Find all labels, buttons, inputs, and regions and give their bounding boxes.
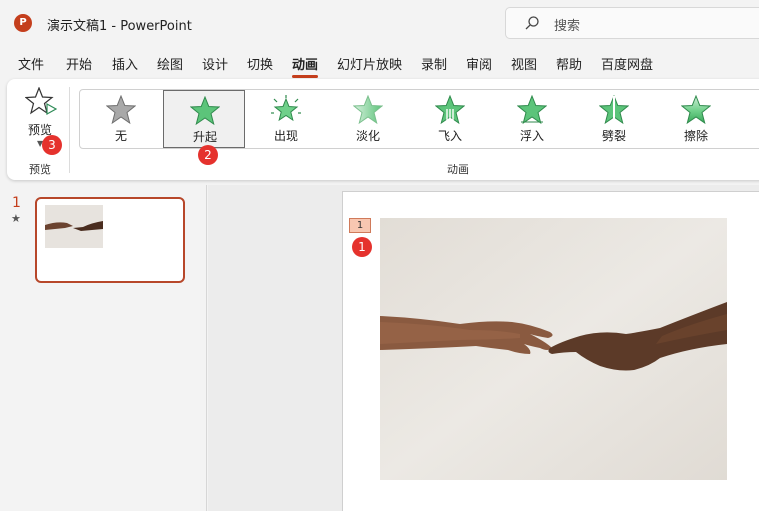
tab-design[interactable]: 设计: [202, 54, 228, 73]
slide-thumbnail-panel: 1 ★: [0, 185, 207, 511]
step-badge-2: 2: [198, 145, 218, 165]
slide-canvas-area: 1 1: [208, 185, 759, 511]
star-green-icon: [190, 96, 220, 126]
slide-thumbnail[interactable]: [35, 197, 185, 283]
animations-ribbon: 预览 ▼ 3 预览 无 升起 出现 淡化 飞入 浮入 劈裂 擦除 2 动画: [7, 79, 759, 180]
tab-baidu-netdisk[interactable]: 百度网盘: [601, 54, 653, 73]
animation-order-tag[interactable]: 1: [349, 218, 371, 233]
title-bar: P 演示文稿1 - PowerPoint 搜索: [0, 0, 759, 46]
search-icon: [525, 16, 539, 30]
animation-group-label: 动画: [447, 163, 469, 176]
animation-rise-up[interactable]: 升起: [163, 90, 245, 148]
tab-file[interactable]: 文件: [18, 54, 44, 73]
animation-none[interactable]: 无: [80, 90, 162, 148]
tab-review[interactable]: 审阅: [466, 54, 492, 73]
preview-star-icon: [25, 87, 57, 116]
animation-fade[interactable]: 淡化: [327, 90, 409, 148]
star-burst-icon: [271, 95, 301, 122]
animation-label: 升起: [192, 130, 217, 144]
tab-insert[interactable]: 插入: [112, 54, 138, 73]
tab-view[interactable]: 视图: [511, 54, 537, 73]
preview-group-label: 预览: [29, 163, 51, 176]
animation-label: 擦除: [683, 129, 708, 143]
animation-appear[interactable]: 出现: [245, 90, 327, 148]
ribbon-tabs: 文件 开始 插入 绘图 设计 切换 动画 幻灯片放映 录制 审阅 视图 帮助 百…: [0, 50, 759, 78]
animation-label: 浮入: [519, 129, 544, 143]
star-flyin-icon: [435, 95, 465, 125]
tab-transitions[interactable]: 切换: [247, 54, 273, 73]
thumbnail-photo: [45, 205, 103, 248]
animation-gallery: 无 升起 出现 淡化 飞入 浮入 劈裂 擦除: [79, 89, 759, 149]
animation-split[interactable]: 劈裂: [573, 90, 655, 148]
star-wipe-icon: [681, 95, 711, 125]
animation-wipe[interactable]: 擦除: [655, 90, 737, 148]
hands-photo[interactable]: [380, 218, 727, 480]
tab-help[interactable]: 帮助: [556, 54, 582, 73]
powerpoint-logo-icon: P: [14, 14, 32, 32]
animation-label: 无: [114, 129, 127, 143]
animation-float-in[interactable]: 浮入: [491, 90, 573, 148]
slide-number: 1: [12, 195, 21, 211]
animation-marker-icon: ★: [11, 212, 21, 225]
step-badge-3: 3: [42, 135, 62, 155]
animation-label: 淡化: [355, 129, 380, 143]
step-badge-1: 1: [352, 237, 372, 257]
animation-label: 出现: [273, 129, 298, 143]
preview-label: 预览: [27, 123, 52, 137]
animation-label: 飞入: [437, 129, 462, 143]
tab-record[interactable]: 录制: [421, 54, 447, 73]
star-split-icon: [599, 95, 629, 125]
star-gray-icon: [106, 95, 136, 125]
search-box[interactable]: 搜索: [505, 7, 759, 39]
tab-draw[interactable]: 绘图: [157, 54, 183, 73]
slide-canvas[interactable]: 1 1: [342, 191, 759, 511]
tab-animations[interactable]: 动画: [292, 54, 319, 78]
group-divider: [69, 87, 70, 173]
animation-fly-in[interactable]: 飞入: [409, 90, 491, 148]
tab-home[interactable]: 开始: [66, 54, 92, 73]
window-title: 演示文稿1 - PowerPoint: [47, 19, 192, 34]
star-floatin-icon: [517, 95, 547, 125]
tab-slideshow[interactable]: 幻灯片放映: [337, 54, 402, 73]
search-placeholder: 搜索: [554, 19, 581, 34]
star-fade-icon: [353, 95, 383, 125]
animation-label: 劈裂: [601, 129, 626, 143]
